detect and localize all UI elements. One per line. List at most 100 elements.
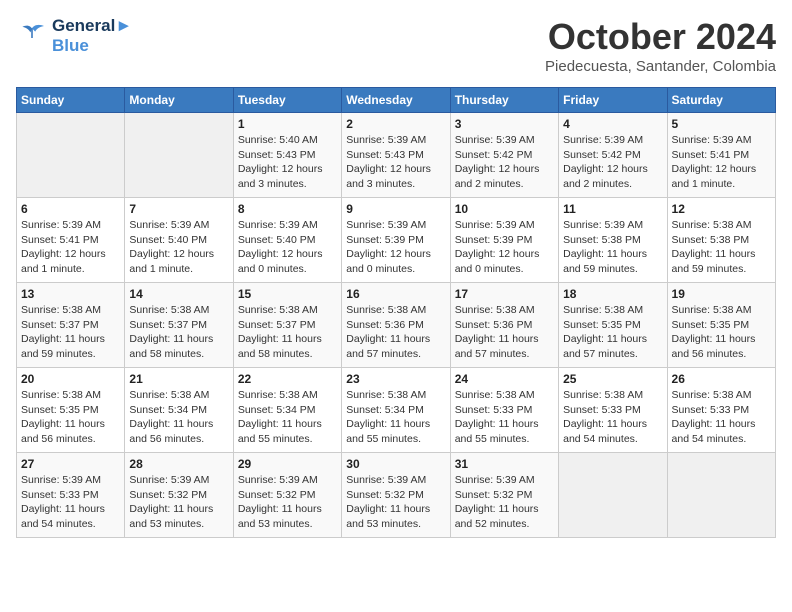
day-number: 28: [129, 457, 228, 471]
day-of-week-header: Saturday: [667, 88, 775, 113]
calendar-cell: 7Sunrise: 5:39 AMSunset: 5:40 PMDaylight…: [125, 198, 233, 283]
day-number: 31: [455, 457, 554, 471]
day-number: 22: [238, 372, 337, 386]
day-number: 24: [455, 372, 554, 386]
calendar-cell: 17 Sunrise: 5:38 AMSunset: 5:36 PMDayligh…: [450, 283, 558, 368]
day-number: 12: [672, 202, 771, 216]
day-info: Sunrise: 5:38 AMSunset: 5:34 PMDaylight:…: [129, 388, 228, 447]
day-number: 1: [238, 117, 337, 131]
calendar-cell: 1 Sunrise: 5:40 AMSunset: 5:43 PMDaylight…: [233, 113, 341, 198]
month-title: October 2024: [545, 16, 776, 58]
day-of-week-header: Monday: [125, 88, 233, 113]
day-of-week-header: Sunday: [17, 88, 125, 113]
day-info: Sunrise: 5:39 AMSunset: 5:32 PMDaylight:…: [346, 473, 445, 532]
day-info: Sunrise: 5:38 AMSunset: 5:33 PMDaylight:…: [563, 388, 662, 447]
location: Piedecuesta, Santander, Colombia: [545, 58, 776, 75]
week-row: 6 Sunrise: 5:39 AMSunset: 5:41 PMDaylight…: [17, 198, 776, 283]
day-info: Sunrise: 5:38 AMSunset: 5:37 PMDaylight:…: [21, 303, 120, 362]
day-number: 2: [346, 117, 445, 131]
calendar-header-row: SundayMondayTuesdayWednesdayThursdayFrid…: [17, 88, 776, 113]
calendar-cell: 11 Sunrise: 5:39 AMSunset: 5:38 PMDayligh…: [559, 198, 667, 283]
calendar-cell: 30 Sunrise: 5:39 AMSunset: 5:32 PMDayligh…: [342, 453, 450, 538]
day-number: 6: [21, 202, 120, 216]
day-number: 9: [346, 202, 445, 216]
calendar-cell: 26 Sunrise: 5:38 AMSunset: 5:33 PMDayligh…: [667, 368, 775, 453]
day-info: Sunrise: 5:39 AMSunset: 5:42 PMDaylight:…: [455, 133, 554, 192]
calendar-cell: [17, 113, 125, 198]
day-info: Sunrise: 5:38 AMSunset: 5:35 PMDaylight:…: [672, 303, 771, 362]
day-info: Sunrise: 5:39 AMSunset: 5:38 PMDaylight:…: [563, 218, 662, 277]
day-info: Sunrise: 5:38 AMSunset: 5:38 PMDaylight:…: [672, 218, 771, 277]
day-number: 23: [346, 372, 445, 386]
day-of-week-header: Friday: [559, 88, 667, 113]
day-number: 10: [455, 202, 554, 216]
day-info: Sunrise: 5:39 AMSunset: 5:41 PMDaylight:…: [672, 133, 771, 192]
day-number: 8: [238, 202, 337, 216]
day-info: Sunrise: 5:39 AMSunset: 5:41 PMDaylight:…: [21, 218, 120, 277]
day-number: 18: [563, 287, 662, 301]
day-number: 13: [21, 287, 120, 301]
calendar-cell: 28 Sunrise: 5:39 AMSunset: 5:32 PMDayligh…: [125, 453, 233, 538]
day-info: Sunrise: 5:39 AMSunset: 5:32 PMDaylight:…: [129, 473, 228, 532]
calendar-cell: 14 Sunrise: 5:38 AMSunset: 5:37 PMDayligh…: [125, 283, 233, 368]
calendar-cell: [125, 113, 233, 198]
day-info: Sunrise: 5:39 AMSunset: 5:42 PMDaylight:…: [563, 133, 662, 192]
logo: General► Blue: [16, 16, 132, 56]
day-number: 30: [346, 457, 445, 471]
calendar-cell: 9Sunrise: 5:39 AMSunset: 5:39 PMDaylight…: [342, 198, 450, 283]
calendar-cell: 24 Sunrise: 5:38 AMSunset: 5:33 PMDayligh…: [450, 368, 558, 453]
day-info: Sunrise: 5:38 AMSunset: 5:33 PMDaylight:…: [455, 388, 554, 447]
week-row: 1 Sunrise: 5:40 AMSunset: 5:43 PMDaylight…: [17, 113, 776, 198]
day-number: 15: [238, 287, 337, 301]
calendar-cell: 2 Sunrise: 5:39 AMSunset: 5:43 PMDaylight…: [342, 113, 450, 198]
day-number: 20: [21, 372, 120, 386]
calendar-cell: 4 Sunrise: 5:39 AMSunset: 5:42 PMDaylight…: [559, 113, 667, 198]
calendar-cell: 25 Sunrise: 5:38 AMSunset: 5:33 PMDayligh…: [559, 368, 667, 453]
day-number: 29: [238, 457, 337, 471]
calendar-cell: 5 Sunrise: 5:39 AMSunset: 5:41 PMDaylight…: [667, 113, 775, 198]
day-info: Sunrise: 5:39 AMSunset: 5:32 PMDaylight:…: [238, 473, 337, 532]
day-info: Sunrise: 5:38 AMSunset: 5:35 PMDaylight:…: [563, 303, 662, 362]
calendar-cell: 6 Sunrise: 5:39 AMSunset: 5:41 PMDaylight…: [17, 198, 125, 283]
day-of-week-header: Wednesday: [342, 88, 450, 113]
day-number: 25: [563, 372, 662, 386]
calendar-cell: 20Sunrise: 5:38 AMSunset: 5:35 PMDayligh…: [17, 368, 125, 453]
day-number: 5: [672, 117, 771, 131]
day-info: Sunrise: 5:38 AMSunset: 5:33 PMDaylight:…: [672, 388, 771, 447]
calendar-cell: 29 Sunrise: 5:39 AMSunset: 5:32 PMDayligh…: [233, 453, 341, 538]
day-number: 14: [129, 287, 228, 301]
day-number: 4: [563, 117, 662, 131]
week-row: 13 Sunrise: 5:38 AMSunset: 5:37 PMDayligh…: [17, 283, 776, 368]
day-info: Sunrise: 5:38 AMSunset: 5:37 PMDaylight:…: [238, 303, 337, 362]
calendar-cell: 3 Sunrise: 5:39 AMSunset: 5:42 PMDaylight…: [450, 113, 558, 198]
day-info: Sunrise: 5:39 AMSunset: 5:40 PMDaylight:…: [238, 218, 337, 277]
day-info: Sunrise: 5:39 AMSunset: 5:33 PMDaylight:…: [21, 473, 120, 532]
calendar-cell: 13 Sunrise: 5:38 AMSunset: 5:37 PMDayligh…: [17, 283, 125, 368]
day-number: 26: [672, 372, 771, 386]
day-number: 3: [455, 117, 554, 131]
title-block: October 2024 Piedecuesta, Santander, Col…: [545, 16, 776, 75]
day-info: Sunrise: 5:38 AMSunset: 5:37 PMDaylight:…: [129, 303, 228, 362]
day-info: Sunrise: 5:38 AMSunset: 5:36 PMDaylight:…: [455, 303, 554, 362]
day-of-week-header: Tuesday: [233, 88, 341, 113]
day-number: 21: [129, 372, 228, 386]
calendar-cell: 23Sunrise: 5:38 AMSunset: 5:34 PMDayligh…: [342, 368, 450, 453]
day-info: Sunrise: 5:39 AMSunset: 5:43 PMDaylight:…: [346, 133, 445, 192]
day-number: 11: [563, 202, 662, 216]
day-info: Sunrise: 5:38 AMSunset: 5:36 PMDaylight:…: [346, 303, 445, 362]
day-number: 17: [455, 287, 554, 301]
calendar-cell: 16 Sunrise: 5:38 AMSunset: 5:36 PMDayligh…: [342, 283, 450, 368]
day-info: Sunrise: 5:40 AMSunset: 5:43 PMDaylight:…: [238, 133, 337, 192]
week-row: 20Sunrise: 5:38 AMSunset: 5:35 PMDayligh…: [17, 368, 776, 453]
logo-text: General► Blue: [52, 16, 132, 56]
calendar-cell: 10Sunrise: 5:39 AMSunset: 5:39 PMDayligh…: [450, 198, 558, 283]
calendar-cell: 12 Sunrise: 5:38 AMSunset: 5:38 PMDayligh…: [667, 198, 775, 283]
calendar-cell: 31Sunrise: 5:39 AMSunset: 5:32 PMDayligh…: [450, 453, 558, 538]
day-number: 16: [346, 287, 445, 301]
day-number: 27: [21, 457, 120, 471]
day-of-week-header: Thursday: [450, 88, 558, 113]
calendar-cell: [667, 453, 775, 538]
calendar-table: SundayMondayTuesdayWednesdayThursdayFrid…: [16, 87, 776, 538]
calendar-cell: 22Sunrise: 5:38 AMSunset: 5:34 PMDayligh…: [233, 368, 341, 453]
day-info: Sunrise: 5:39 AMSunset: 5:40 PMDaylight:…: [129, 218, 228, 277]
